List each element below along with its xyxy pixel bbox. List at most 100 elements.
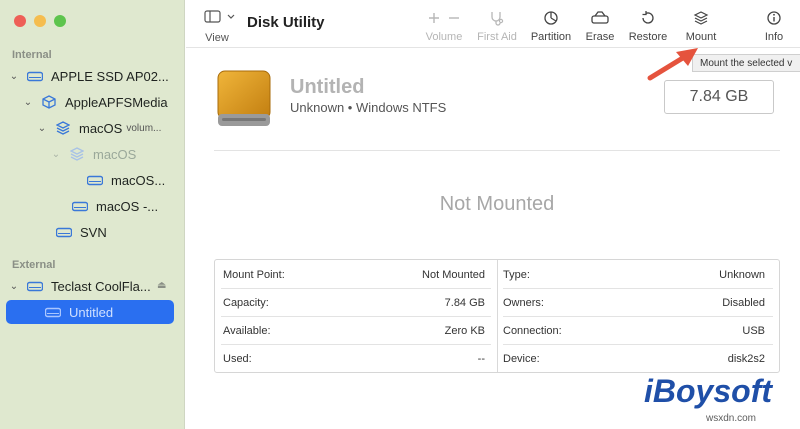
table-row: Connection: USB — [503, 317, 765, 345]
sidebar-item-label: macOS — [93, 146, 137, 162]
info-key: Connection: — [503, 325, 562, 337]
row-divider — [221, 344, 491, 345]
table-row: Mount Point: Not Mounted — [223, 261, 485, 289]
volume-size-box: 7.84 GB — [664, 80, 774, 114]
sidebar-item-label: macOS — [79, 120, 123, 136]
chevron-down-icon[interactable]: ⌄ — [36, 123, 48, 134]
sidebar-item-apple-ssd[interactable]: ⌄ APPLE SSD AP02... — [8, 64, 169, 88]
close-window-button[interactable] — [14, 15, 26, 27]
window-controls — [14, 15, 66, 27]
info-value: Zero KB — [444, 325, 485, 337]
mount-button[interactable]: Mount — [682, 8, 720, 43]
table-row: Used: -- — [223, 345, 485, 373]
info-value: disk2s2 — [727, 353, 765, 365]
info-key: Type: — [503, 269, 530, 281]
volume-icon — [86, 173, 104, 187]
zoom-window-button[interactable] — [54, 15, 66, 27]
mount-status: Not Mounted — [439, 193, 555, 215]
volume-name: Untitled — [290, 76, 365, 98]
sidebar-item-macos-faded[interactable]: ⌄ macOS — [50, 142, 137, 166]
chevron-down-icon[interactable]: ⌄ — [8, 281, 20, 292]
sidebar-item-macos-volume-group[interactable]: ⌄ macOS volum... — [36, 116, 162, 140]
restore-button[interactable]: Restore — [626, 8, 670, 43]
sidebar-toggle-icon — [204, 10, 235, 23]
info-key: Mount Point: — [223, 269, 285, 281]
add-remove-icon — [422, 8, 466, 28]
table-row: Type: Unknown — [503, 261, 765, 289]
info-key: Available: — [223, 325, 271, 337]
info-key: Owners: — [503, 297, 544, 309]
eject-icon[interactable]: ⏏ — [157, 280, 166, 291]
volume-icon — [71, 199, 89, 213]
info-value: -- — [477, 353, 485, 365]
info-key: Device: — [503, 353, 540, 365]
first-aid-label: First Aid — [477, 31, 517, 43]
table-row: Device: disk2s2 — [503, 345, 765, 373]
sidebar: Internal ⌄ APPLE SSD AP02... ⌄ AppleAPFS… — [0, 0, 185, 429]
volume-info-table: Mount Point: Not Mounted Capacity: 7.84 … — [214, 259, 780, 373]
restore-arrow-icon — [626, 8, 670, 28]
sidebar-item-label: AppleAPFSMedia — [65, 94, 168, 110]
table-row: Capacity: 7.84 GB — [223, 289, 485, 317]
divider — [214, 150, 780, 151]
partition-pie-icon — [526, 8, 576, 28]
sidebar-heading-internal: Internal — [12, 49, 52, 61]
apfs-container-icon — [40, 95, 58, 109]
svg-text:iBoysoft: iBoysoft — [644, 373, 773, 409]
info-value: Unknown — [719, 269, 765, 281]
info-value: Not Mounted — [422, 269, 485, 281]
mount-stack-icon — [682, 8, 720, 28]
volume-icon — [55, 225, 73, 239]
mount-label: Mount — [685, 31, 717, 43]
stethoscope-icon — [474, 8, 520, 28]
volume-stack-icon — [68, 147, 86, 161]
info-value: 7.84 GB — [444, 297, 485, 309]
external-drive-icon — [217, 70, 271, 133]
chevron-down-icon[interactable]: ⌄ — [8, 71, 20, 82]
view-label: View — [205, 32, 229, 44]
info-icon — [760, 8, 788, 28]
chevron-down-icon[interactable]: ⌄ — [50, 149, 62, 160]
info-value: Disabled — [722, 297, 765, 309]
app-title: Disk Utility — [247, 14, 325, 31]
source-credit: wsxdn.com — [706, 413, 757, 424]
partition-button[interactable]: Partition — [526, 8, 576, 43]
row-divider — [221, 288, 491, 289]
mount-tooltip: Mount the selected v — [692, 54, 800, 72]
row-divider — [221, 316, 491, 317]
sidebar-item-macos-snapshot[interactable]: macOS... — [86, 168, 165, 192]
first-aid-button[interactable]: First Aid — [474, 8, 520, 43]
sidebar-item-macos-data[interactable]: macOS -... — [71, 194, 158, 218]
erase-button[interactable]: Erase — [582, 8, 618, 43]
sidebar-item-sublabel: volum... — [126, 122, 162, 134]
volume-subtitle: Unknown • Windows NTFS — [290, 100, 447, 115]
toolbar: View Disk Utility Volume First Aid Parti… — [186, 0, 800, 48]
iboysoft-logo-icon: iBoysoft — [644, 373, 773, 409]
erase-disk-icon — [582, 8, 618, 28]
row-divider — [503, 288, 773, 289]
volume-icon — [44, 305, 62, 319]
table-row: Owners: Disabled — [503, 289, 765, 317]
volume-button[interactable]: Volume — [422, 8, 466, 43]
sidebar-item-apfs-media[interactable]: ⌄ AppleAPFSMedia — [22, 90, 168, 114]
info-key: Used: — [223, 353, 252, 365]
sidebar-item-label: Teclast CoolFla... — [51, 278, 151, 294]
minimize-window-button[interactable] — [34, 15, 46, 27]
partition-label: Partition — [530, 31, 572, 43]
sidebar-item-label: APPLE SSD AP02... — [51, 68, 169, 84]
annotation-arrow-icon — [647, 48, 698, 81]
info-button[interactable]: Info — [760, 8, 788, 43]
info-key: Capacity: — [223, 297, 269, 309]
sidebar-item-teclast[interactable]: ⌄ Teclast CoolFla... — [8, 274, 151, 298]
brand-watermark: iBoysoft — [640, 370, 795, 412]
sidebar-item-untitled[interactable]: Untitled — [6, 300, 174, 324]
sidebar-item-label: SVN — [80, 224, 107, 240]
sidebar-item-label: macOS -... — [96, 198, 159, 214]
table-divider — [497, 260, 498, 372]
restore-label: Restore — [628, 31, 668, 43]
internal-disk-icon — [26, 69, 44, 83]
sidebar-item-svn[interactable]: SVN — [55, 220, 107, 244]
sidebar-item-label: Untitled — [69, 304, 114, 320]
external-disk-icon — [26, 279, 44, 293]
chevron-down-icon[interactable]: ⌄ — [22, 97, 34, 108]
